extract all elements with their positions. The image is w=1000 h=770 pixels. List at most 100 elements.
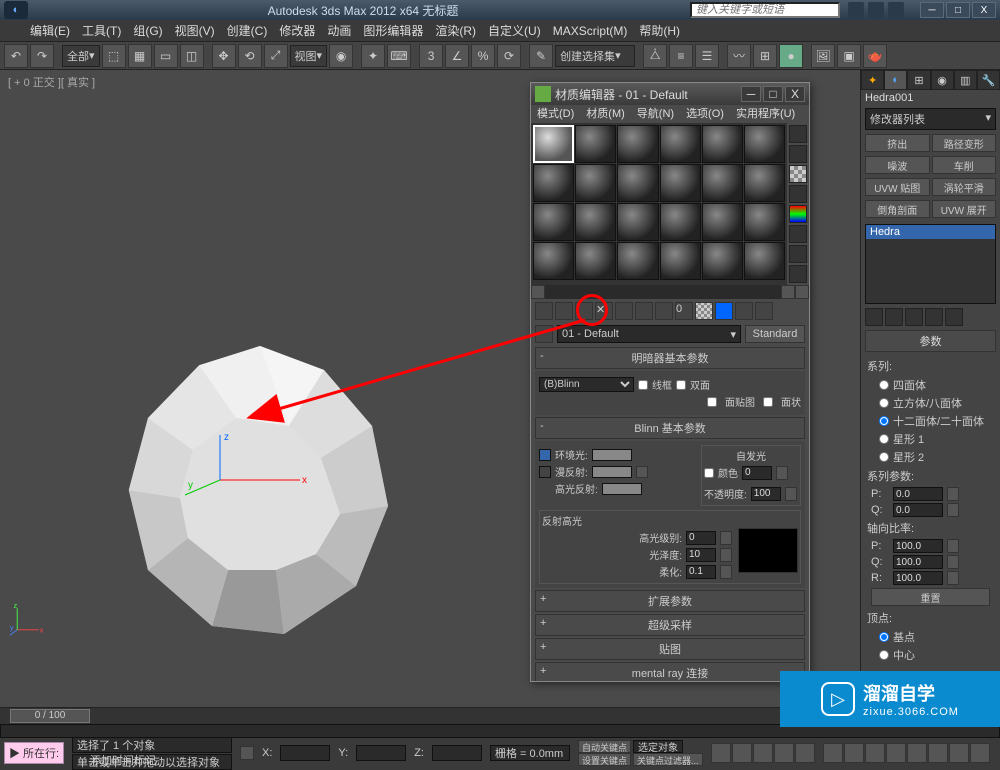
motion-tab[interactable]: ◉ <box>931 70 954 90</box>
go-parent-icon[interactable] <box>735 302 753 320</box>
object-name-field[interactable]: Hedra001 <box>861 90 1000 106</box>
modifier-list-dropdown[interactable]: 修改器列表▾ <box>865 108 996 130</box>
x-coord-field[interactable] <box>280 745 330 761</box>
material-slot[interactable] <box>702 203 743 241</box>
scroll-track[interactable] <box>545 285 781 299</box>
setkey-button[interactable]: 设置关键点 <box>578 753 631 766</box>
move-button[interactable]: ✥ <box>212 44 236 68</box>
stack-item-hedra[interactable]: Hedra <box>866 225 995 239</box>
minimize-button[interactable]: ─ <box>920 2 944 18</box>
family-star2-radio[interactable] <box>879 452 889 462</box>
faceted-checkbox[interactable] <box>763 397 773 407</box>
menu-rendering[interactable]: 渲染(R) <box>435 22 476 39</box>
material-slot[interactable] <box>533 203 574 241</box>
menu-help[interactable]: 帮助(H) <box>639 22 680 39</box>
mod-btn-bevelprofile[interactable]: 倒角剖面 <box>865 200 930 218</box>
material-slot[interactable] <box>617 164 658 202</box>
keyboard-shortcut-button[interactable]: ⌨ <box>387 44 411 68</box>
facemap-checkbox[interactable] <box>707 397 717 407</box>
add-time-tag[interactable]: 添加时间标记 <box>90 752 250 765</box>
render-setup-button[interactable]: 🖼 <box>811 44 835 68</box>
rollout-extended[interactable]: +扩展参数 <box>535 590 805 612</box>
glossiness-spinner[interactable] <box>686 548 716 562</box>
reset-map-icon[interactable]: ✕ <box>595 302 613 320</box>
prev-frame-icon[interactable] <box>732 743 752 763</box>
autokey-button[interactable]: 自动关键点 <box>578 740 631 753</box>
close-button[interactable]: X <box>972 2 996 18</box>
transform-gizmo[interactable]: x y z <box>180 430 310 500</box>
rollout-mentalray[interactable]: +mental ray 连接 <box>535 662 805 681</box>
menu-views[interactable]: 视图(V) <box>175 22 215 39</box>
make-copy-icon[interactable] <box>615 302 633 320</box>
material-slot[interactable] <box>702 164 743 202</box>
help-icon[interactable] <box>888 2 904 18</box>
next-frame-icon[interactable] <box>774 743 794 763</box>
menu-modifiers[interactable]: 修改器 <box>279 22 315 39</box>
scale-button[interactable]: ⤢ <box>264 44 288 68</box>
p-spinner[interactable] <box>893 487 943 501</box>
key-target-dropdown[interactable]: 选定对象 <box>633 740 683 753</box>
reset-button[interactable]: 重置 <box>871 588 990 606</box>
rendered-frame-button[interactable]: ▣ <box>837 44 861 68</box>
material-slot[interactable] <box>702 125 743 163</box>
modifier-stack[interactable]: Hedra <box>865 224 996 304</box>
remove-mod-icon[interactable] <box>925 308 943 326</box>
percent-snap-button[interactable]: % <box>471 44 495 68</box>
axis-q-spinner[interactable] <box>893 555 943 569</box>
mat-close-button[interactable]: X <box>785 86 805 102</box>
help-search-input[interactable] <box>690 2 840 18</box>
named-sel-dropdown[interactable]: 创建选择集▾ <box>555 45 635 67</box>
material-slot[interactable] <box>744 164 785 202</box>
material-slot[interactable] <box>744 203 785 241</box>
family-cube-radio[interactable] <box>879 398 889 408</box>
mirror-button[interactable]: ⧊ <box>643 44 667 68</box>
mod-btn-pathdeform[interactable]: 路径变形 <box>932 134 997 152</box>
sample-uv-icon[interactable] <box>789 185 807 203</box>
diffuse-lock-icon[interactable] <box>539 466 551 478</box>
diffuse-color-swatch[interactable] <box>592 466 632 478</box>
video-color-icon[interactable] <box>789 205 807 223</box>
menu-tools[interactable]: 工具(T) <box>82 22 121 39</box>
material-id-icon[interactable]: 0 <box>675 302 693 320</box>
vertex-base-radio[interactable] <box>879 632 889 642</box>
get-material-icon[interactable] <box>535 302 553 320</box>
rollout-supersample[interactable]: +超级采样 <box>535 614 805 636</box>
angle-snap-button[interactable]: ∠ <box>445 44 469 68</box>
layers-button[interactable]: ☰ <box>695 44 719 68</box>
mat-menu-material[interactable]: 材质(M) <box>586 105 625 123</box>
manipulate-button[interactable]: ✦ <box>361 44 385 68</box>
material-name-dropdown[interactable]: 01 - Default▾ <box>557 325 741 343</box>
family-tetra-radio[interactable] <box>879 380 889 390</box>
scroll-down-icon[interactable] <box>795 285 809 299</box>
material-type-button[interactable]: Standard <box>745 325 805 343</box>
zoom-all-icon[interactable] <box>844 743 864 763</box>
mod-btn-uvwmap[interactable]: UVW 贴图 <box>865 178 930 196</box>
selfillum-spinner[interactable] <box>742 466 772 480</box>
infocenter-icon[interactable] <box>848 2 864 18</box>
rollout-blinn-basic[interactable]: -Blinn 基本参数 <box>535 417 805 439</box>
selfillum-color-checkbox[interactable] <box>704 468 714 478</box>
ambient-color-swatch[interactable] <box>592 449 632 461</box>
material-slot[interactable] <box>575 203 616 241</box>
fov-icon[interactable] <box>907 743 927 763</box>
z-coord-field[interactable] <box>432 745 482 761</box>
pivot-button[interactable]: ◉ <box>329 44 353 68</box>
zoom-icon[interactable] <box>823 743 843 763</box>
edit-named-sel-button[interactable]: ✎ <box>529 44 553 68</box>
goto-start-icon[interactable] <box>711 743 731 763</box>
put-to-scene-icon[interactable] <box>555 302 573 320</box>
rollout-params[interactable]: 参数 <box>865 330 996 352</box>
axis-r-spinner[interactable] <box>893 571 943 585</box>
mod-btn-extrude[interactable]: 挤出 <box>865 134 930 152</box>
mod-btn-noise[interactable]: 噪波 <box>865 156 930 174</box>
mat-menu-nav[interactable]: 导航(N) <box>637 105 674 123</box>
mod-btn-turbosmooth[interactable]: 涡轮平滑 <box>932 178 997 196</box>
pin-stack-icon[interactable] <box>865 308 883 326</box>
utilities-tab[interactable]: 🔧 <box>977 70 1000 90</box>
menu-edit[interactable]: 编辑(E) <box>30 22 70 39</box>
menu-group[interactable]: 组(G) <box>133 22 162 39</box>
select-by-mat-icon[interactable] <box>789 265 807 283</box>
maximize-viewport-icon[interactable] <box>970 743 990 763</box>
window-crossing-button[interactable]: ◫ <box>180 44 204 68</box>
material-slot[interactable] <box>660 203 701 241</box>
